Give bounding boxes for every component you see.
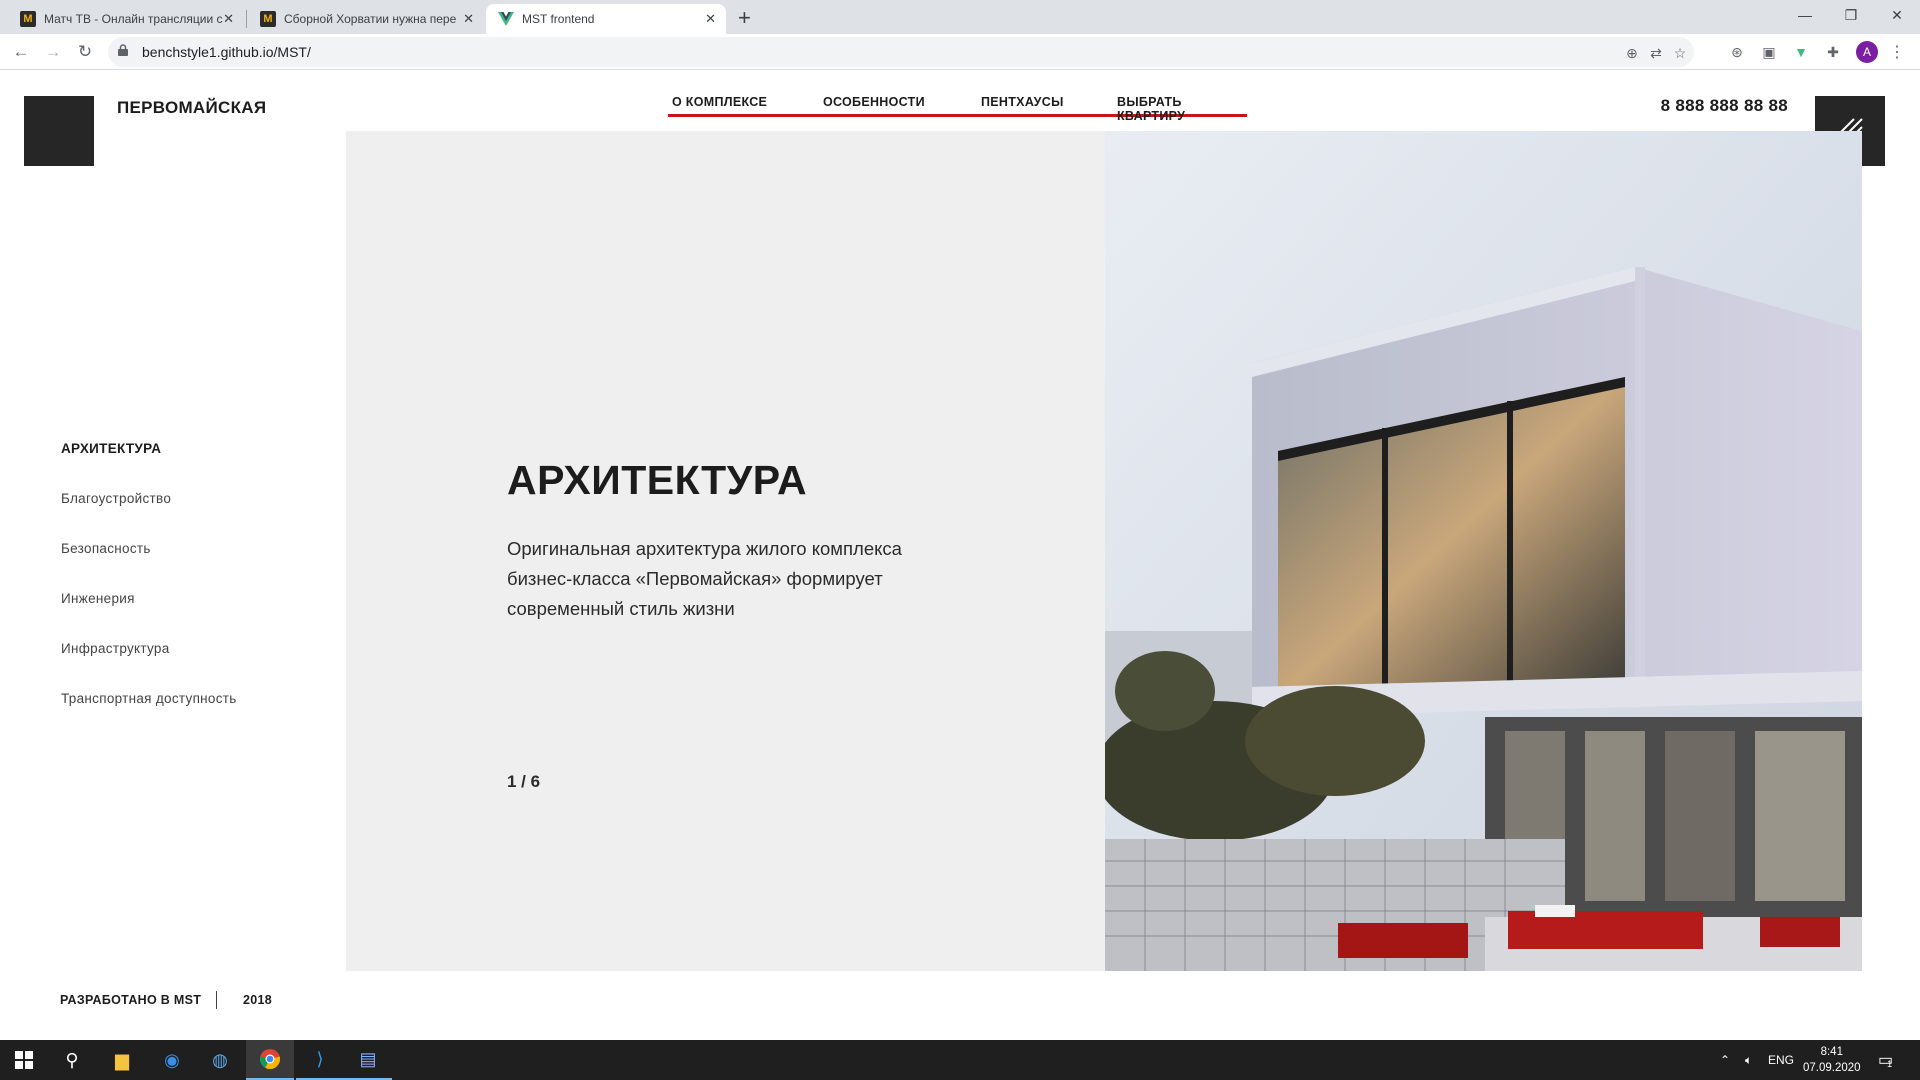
browser-tab-strip: M Матч ТВ - Онлайн трансляции с ✕ M Сбор… (0, 0, 1920, 34)
main-nav: О КОМПЛЕКСЕ ОСОБЕННОСТИ ПЕНТХАУСЫ ВЫБРАТ… (668, 93, 1247, 123)
section-nav-label: АРХИТЕКТУРА (61, 441, 162, 456)
site-footer: РАЗРАБОТАНО В MST 2018 (60, 991, 272, 1009)
browser-app-icon[interactable]: ◍ (196, 1040, 244, 1080)
footer-year: 2018 (243, 993, 273, 1007)
translate-icon[interactable]: ⇄ (1646, 43, 1666, 63)
url-text: benchstyle1.github.io/MST/ (142, 44, 311, 60)
browser-tab[interactable]: M Сборной Хорватии нужна пере ✕ (248, 4, 484, 34)
search-icon[interactable]: ⚲ (48, 1040, 96, 1080)
tray-chevron-icon[interactable]: ⌃ (1720, 1040, 1730, 1080)
section-nav-item-landscaping[interactable]: Благоустройство (61, 491, 171, 506)
notification-center-icon[interactable]: ▭ 1 (1878, 1040, 1893, 1080)
brand-name[interactable]: ПЕРВОМАЙСКАЯ (117, 98, 266, 118)
close-icon[interactable]: ✕ (223, 11, 234, 27)
browser-tab-active[interactable]: MST frontend ✕ (486, 4, 726, 34)
windows-logo-icon (15, 1051, 33, 1069)
system-clock[interactable]: 8:41 07.09.2020 (1803, 1044, 1861, 1076)
section-nav-item-engineering[interactable]: Инженерия (61, 591, 135, 606)
address-bar[interactable]: benchstyle1.github.io/MST/ ⊕ ⇄ ☆ (108, 37, 1694, 67)
slide-title: АРХИТЕКТУРА (507, 457, 808, 503)
match-tv-icon: M (20, 11, 36, 27)
windows-taskbar: ⚲ ▆ ◉ ◍ ⟩ ▤ ⌃ 🔈︎ ENG 8:41 07.09.2020 ▭ 1 (0, 1040, 1920, 1080)
chrome-logo-icon (259, 1049, 281, 1070)
web-page: ПЕРВОМАЙСКАЯ О КОМПЛЕКСЕ ОСОБЕННОСТИ ПЕН… (0, 71, 1920, 1040)
match-tv-icon: M (260, 11, 276, 27)
section-nav-item-infrastructure[interactable]: Инфраструктура (61, 641, 170, 656)
new-tab-button[interactable]: + (738, 5, 751, 31)
back-button[interactable]: ← (9, 40, 33, 64)
house-illustration (1105, 131, 1862, 971)
remote-desktop-icon[interactable]: ▤ (344, 1040, 392, 1080)
language-indicator[interactable]: ENG (1768, 1040, 1794, 1080)
file-explorer-icon[interactable]: ▆ (98, 1040, 146, 1080)
chrome-icon[interactable] (246, 1040, 294, 1080)
volume-icon[interactable]: 🔈︎ (1745, 1040, 1752, 1080)
extension-icon[interactable]: ▣ (1758, 41, 1780, 63)
profile-avatar[interactable]: A (1856, 41, 1878, 63)
clock-time: 8:41 (1820, 1046, 1843, 1058)
phone-number[interactable]: 8 888 888 88 88 (1661, 96, 1788, 116)
close-icon[interactable]: ✕ (705, 11, 716, 27)
vue-icon (498, 11, 514, 27)
close-icon[interactable]: ✕ (463, 11, 474, 27)
nav-item-penthouses[interactable]: ПЕНТХАУСЫ (981, 95, 1064, 109)
tab-title: MST frontend (522, 12, 595, 26)
section-nav-item-architecture[interactable]: АРХИТЕКТУРА (58, 441, 165, 456)
vscode-icon[interactable]: ⟩ (296, 1040, 344, 1080)
site-logo[interactable] (24, 96, 94, 166)
bookmark-star-icon[interactable]: ☆ (1670, 43, 1690, 63)
nav-item-about[interactable]: О КОМПЛЕКСЕ (672, 95, 767, 109)
reload-button[interactable]: ↻ (73, 40, 97, 64)
tab-title: Сборной Хорватии нужна пере (284, 12, 457, 26)
install-icon[interactable]: ⊕ (1622, 43, 1642, 63)
nav-item-choose-apartment[interactable]: ВЫБРАТЬ КВАРТИРУ (1117, 95, 1247, 123)
globe-extension-icon[interactable]: ⊛ (1726, 41, 1748, 63)
footer-developer[interactable]: РАЗРАБОТАНО В MST (60, 993, 201, 1007)
browser-menu-icon[interactable]: ⋮ (1886, 41, 1908, 63)
maximize-button[interactable]: ❐ (1828, 0, 1874, 30)
slide-description: Оригинальная архитектура жилого комплекс… (507, 538, 902, 619)
browser-tab[interactable]: M Матч ТВ - Онлайн трансляции с ✕ (8, 4, 244, 34)
notification-count: 1 (1887, 1059, 1893, 1069)
lock-icon (118, 44, 128, 56)
forward-button[interactable]: → (41, 40, 65, 64)
footer-divider (216, 991, 217, 1009)
app-icon[interactable]: ◉ (148, 1040, 196, 1080)
tab-title: Матч ТВ - Онлайн трансляции с (44, 12, 223, 26)
browser-toolbar: ← → ↻ benchstyle1.github.io/MST/ ⊕ ⇄ ☆ ⊛… (0, 34, 1920, 70)
slide-counter: 1 / 6 (507, 772, 541, 791)
window-close-button[interactable]: ✕ (1874, 0, 1920, 30)
tab-divider (246, 10, 247, 28)
section-nav-item-transport[interactable]: Транспортная доступность (61, 691, 237, 706)
section-nav-item-security[interactable]: Безопасность (61, 541, 151, 556)
minimize-button[interactable]: — (1782, 0, 1828, 30)
vue-devtools-icon[interactable]: ▼ (1790, 41, 1812, 63)
nav-item-features[interactable]: ОСОБЕННОСТИ (823, 95, 925, 109)
clock-date: 07.09.2020 (1803, 1062, 1861, 1074)
extensions-puzzle-icon[interactable]: ✚ (1822, 41, 1844, 63)
start-button[interactable] (0, 1040, 48, 1080)
slide-photo (1105, 131, 1862, 971)
